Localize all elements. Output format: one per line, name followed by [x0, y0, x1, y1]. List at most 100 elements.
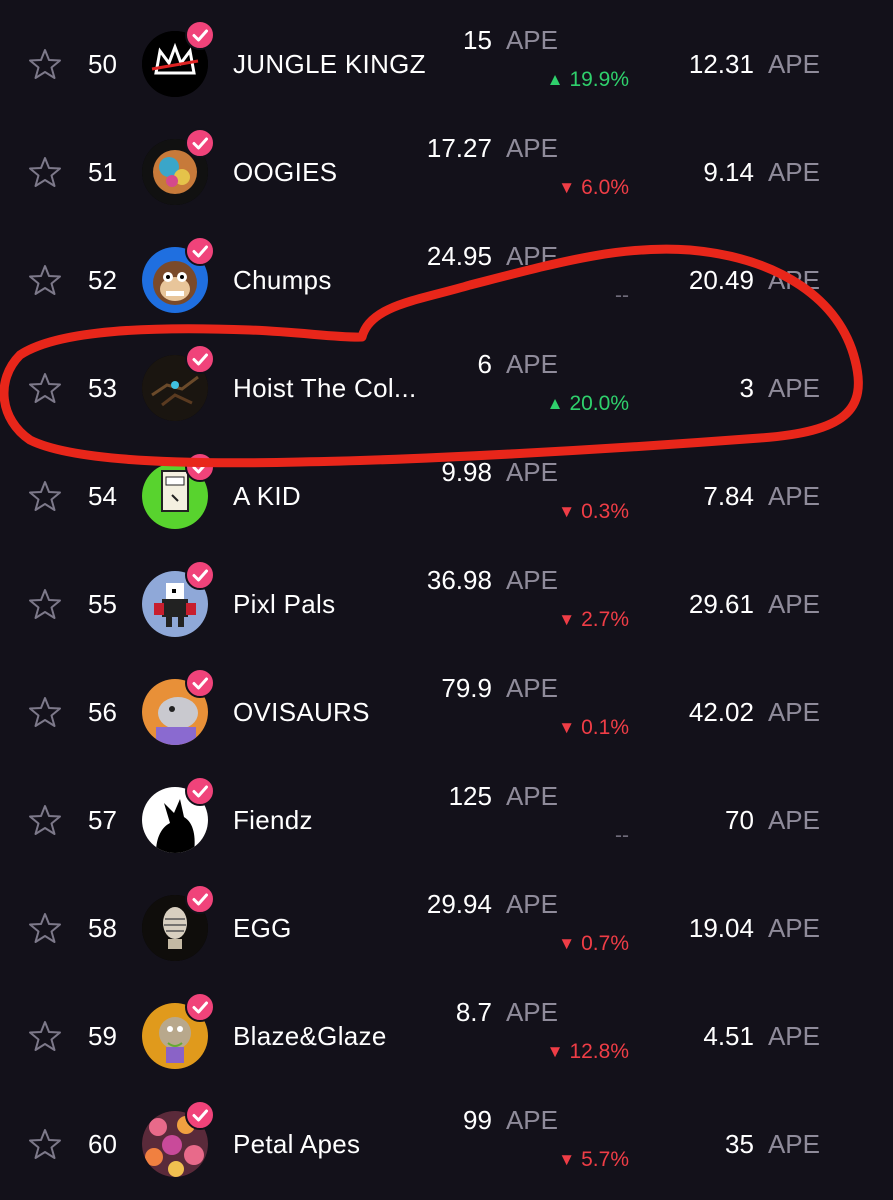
- price-change-value: 19.9%: [569, 68, 629, 91]
- verified-check-icon: [185, 452, 215, 482]
- rank-number: 59: [88, 1021, 117, 1051]
- floor-price-value: 79.9: [441, 673, 492, 703]
- collection-name[interactable]: Chumps: [233, 262, 453, 298]
- rank-number: 52: [88, 265, 117, 295]
- collection-name[interactable]: Blaze&Glaze: [233, 1018, 453, 1054]
- collection-name[interactable]: OVISAURS: [233, 694, 453, 730]
- floor-price: 29.94 APE: [427, 886, 558, 922]
- collection-row[interactable]: 56 OVISAURS 79.9 APE ▼ 0.1% 42.02 APE: [0, 658, 893, 766]
- rank-number: 57: [88, 805, 117, 835]
- floor-price: 15 APE: [463, 22, 558, 58]
- volume-value: 12.31: [688, 49, 754, 79]
- star-icon[interactable]: [28, 1127, 62, 1161]
- triangle-up-icon: ▲: [546, 394, 564, 413]
- collection-row[interactable]: 58 EGG 29.94 APE ▼ 0.7% 19.04 APE: [0, 874, 893, 982]
- floor-price-value: 29.94: [426, 889, 492, 919]
- volume-value: 9.14: [703, 157, 754, 187]
- volume-value: 35: [725, 1129, 754, 1159]
- collection-name[interactable]: Hoist The Col...: [233, 370, 453, 406]
- collection-name[interactable]: EGG: [233, 910, 453, 946]
- currency-label: APE: [505, 889, 558, 919]
- price-change-value: 5.7%: [581, 1148, 629, 1171]
- triangle-down-icon: ▼: [546, 1042, 564, 1061]
- star-icon[interactable]: [28, 587, 62, 621]
- collection-row[interactable]: 52 Chumps 24.95 APE -- 20.49 APE: [0, 226, 893, 334]
- collection-row[interactable]: 60 Petal Apes 99 APE ▼ 5.7% 35 APE: [0, 1090, 893, 1198]
- collection-row[interactable]: 51 OOGIES 17.27 APE ▼ 6.0% 9.14 APE: [0, 118, 893, 226]
- floor-price: 99 APE: [463, 1102, 558, 1138]
- verified-check-icon: [185, 992, 215, 1022]
- volume: 12.31 APE: [689, 46, 820, 82]
- verified-check-icon: [185, 20, 215, 50]
- star-icon[interactable]: [28, 155, 62, 189]
- floor-price: 125 APE: [449, 778, 558, 814]
- currency-label: APE: [767, 589, 820, 619]
- price-change: ▼ 12.8%: [547, 1037, 629, 1068]
- collection-row[interactable]: 54 A KID 9.98 APE ▼ 0.3% 7.84 APE: [0, 442, 893, 550]
- volume-value: 70: [725, 805, 754, 835]
- floor-price: 9.98 APE: [441, 454, 558, 490]
- collection-name[interactable]: Fiendz: [233, 802, 453, 838]
- currency-label: APE: [767, 49, 820, 79]
- star-icon[interactable]: [28, 695, 62, 729]
- floor-price: 24.95 APE: [427, 238, 558, 274]
- volume: 42.02 APE: [689, 694, 820, 730]
- verified-check-icon: [185, 236, 215, 266]
- price-change-value: --: [615, 824, 629, 847]
- rank-number: 50: [88, 49, 117, 79]
- collection-ranking-list: 50 JUNGLE KINGZ 15 APE ▲ 19.9% 12.31 APE 51 OOGIE…: [0, 0, 893, 1200]
- verified-check-icon: [185, 776, 215, 806]
- price-change-value: 6.0%: [581, 176, 629, 199]
- triangle-down-icon: ▼: [558, 718, 576, 737]
- collection-name[interactable]: Pixl Pals: [233, 586, 453, 622]
- currency-label: APE: [505, 565, 558, 595]
- rank-number: 56: [88, 697, 117, 727]
- star-icon[interactable]: [28, 371, 62, 405]
- collection-row[interactable]: 53 Hoist The Col... 6 APE ▲ 20.0% 3 APE: [0, 334, 893, 442]
- collection-name[interactable]: A KID: [233, 478, 453, 514]
- star-icon[interactable]: [28, 1019, 62, 1053]
- floor-price-value: 17.27: [426, 133, 492, 163]
- currency-label: APE: [505, 133, 558, 163]
- floor-price-value: 15: [463, 25, 492, 55]
- price-change-value: 2.7%: [581, 608, 629, 631]
- volume-value: 19.04: [688, 913, 754, 943]
- volume: 29.61 APE: [689, 586, 820, 622]
- star-icon[interactable]: [28, 911, 62, 945]
- star-icon[interactable]: [28, 803, 62, 837]
- verified-check-icon: [185, 884, 215, 914]
- currency-label: APE: [505, 457, 558, 487]
- volume-value: 4.51: [703, 1021, 754, 1051]
- collection-row[interactable]: 57 Fiendz 125 APE -- 70 APE: [0, 766, 893, 874]
- triangle-down-icon: ▼: [558, 502, 576, 521]
- floor-price-value: 8.7: [455, 997, 492, 1027]
- currency-label: APE: [505, 25, 558, 55]
- volume: 19.04 APE: [689, 910, 820, 946]
- currency-label: APE: [505, 241, 558, 271]
- collection-name[interactable]: OOGIES: [233, 154, 453, 190]
- star-icon[interactable]: [28, 479, 62, 513]
- verified-check-icon: [185, 668, 215, 698]
- price-change: ▼ 6.0%: [558, 173, 629, 204]
- collection-name[interactable]: JUNGLE KINGZ: [233, 46, 453, 82]
- currency-label: APE: [505, 997, 558, 1027]
- volume: 35 APE: [725, 1126, 820, 1162]
- triangle-down-icon: ▼: [558, 610, 576, 629]
- volume: 70 APE: [725, 802, 820, 838]
- star-icon[interactable]: [28, 47, 62, 81]
- price-change-value: 0.7%: [581, 932, 629, 955]
- currency-label: APE: [767, 481, 820, 511]
- floor-price: 79.9 APE: [441, 670, 558, 706]
- star-icon[interactable]: [28, 263, 62, 297]
- collection-row[interactable]: 55 Pixl Pals 36.98 APE ▼ 2.7% 29.61 APE: [0, 550, 893, 658]
- currency-label: APE: [767, 805, 820, 835]
- price-change: ▼ 0.7%: [558, 929, 629, 960]
- collection-row[interactable]: 59 Blaze&Glaze 8.7 APE ▼ 12.8% 4.51 APE: [0, 982, 893, 1090]
- collection-row[interactable]: 50 JUNGLE KINGZ 15 APE ▲ 19.9% 12.31 APE: [0, 10, 893, 118]
- currency-label: APE: [767, 1129, 820, 1159]
- currency-label: APE: [767, 157, 820, 187]
- collection-name[interactable]: Petal Apes: [233, 1126, 453, 1162]
- price-change: --: [615, 281, 629, 311]
- price-change-value: 0.1%: [581, 716, 629, 739]
- currency-label: APE: [767, 913, 820, 943]
